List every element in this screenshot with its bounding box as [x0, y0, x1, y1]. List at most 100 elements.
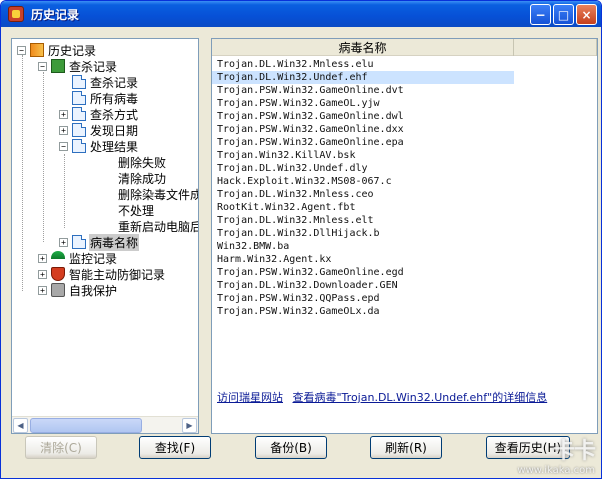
watermark: 卡卡 www.ikaka.com: [517, 433, 596, 476]
virus-list-row[interactable]: Trojan.DL.Win32.DllHijack.b: [212, 227, 514, 240]
expand-icon[interactable]: +: [59, 125, 68, 135]
collapse-icon[interactable]: −: [38, 61, 47, 71]
tree-label: 自我保护: [69, 283, 118, 298]
tree-label: 所有病毒: [90, 91, 139, 106]
expand-icon[interactable]: +: [38, 269, 47, 279]
page-icon: [72, 123, 86, 137]
tree-label: 智能主动防御记录: [69, 267, 166, 282]
virus-list-row[interactable]: Trojan.DL.Win32.Undef.dly: [212, 162, 514, 175]
tree-item-root[interactable]: − 历史记录: [17, 42, 97, 58]
content-area: − 历史记录 − 查杀记录 查杀记录 所有病毒 + 查杀方式 + 发现日期 − …: [5, 30, 598, 434]
collapse-icon[interactable]: −: [17, 45, 26, 55]
virus-list-row[interactable]: Trojan.PSW.Win32.GameOnline.dvt: [212, 84, 514, 97]
history-book-icon: [30, 43, 44, 57]
virus-list-row[interactable]: Trojan.PSW.Win32.GameOLx.da: [212, 305, 514, 318]
shield-icon: [51, 267, 65, 281]
tree-label: 重新启动电脑后: [118, 219, 199, 234]
collapse-icon[interactable]: −: [59, 141, 68, 151]
virus-list-row[interactable]: Trojan.DL.Win32.Mnless.ceo: [212, 188, 514, 201]
virus-list: Trojan.DL.Win32.Mnless.elu Trojan.DL.Win3…: [212, 58, 514, 318]
expand-icon[interactable]: +: [38, 253, 47, 263]
find-button[interactable]: 查找(F): [139, 436, 211, 459]
page-icon: [72, 235, 86, 249]
page-icon: [72, 75, 86, 89]
watermark-url: www.ikaka.com: [517, 465, 595, 476]
umbrella-icon: [51, 251, 65, 259]
watermark-logo: 卡卡: [552, 438, 596, 463]
refresh-button[interactable]: 刷新(R): [370, 436, 442, 459]
tree-item-delete-failed[interactable]: 删除失败: [117, 154, 167, 170]
tree-label: 监控记录: [69, 251, 118, 266]
minimize-button[interactable]: −: [530, 4, 551, 25]
app-icon: [8, 6, 24, 22]
clear-button[interactable]: 清除(C): [25, 436, 97, 459]
tree-item-reboot[interactable]: 重新启动电脑后: [117, 218, 199, 234]
virus-list-row[interactable]: Trojan.PSW.Win32.GameOL.yjw: [212, 97, 514, 110]
tree-item-found-date[interactable]: + 发现日期: [59, 122, 139, 138]
window-title: 历史记录: [31, 7, 80, 22]
tree-label: 查杀记录: [90, 75, 139, 90]
tree-label: 查杀方式: [90, 107, 139, 122]
virus-list-row[interactable]: RootKit.Win32.Agent.fbt: [212, 201, 514, 214]
tree-item-active-defense[interactable]: + 智能主动防御记录: [38, 266, 166, 282]
button-bar: 清除(C) 查找(F) 备份(B) 刷新(R) 查看历史(H) 卡卡 www.i…: [1, 406, 601, 478]
tree-item-scan-records[interactable]: − 查杀记录: [38, 58, 118, 74]
virus-detail-link[interactable]: 查看病毒"Trojan.DL.Win32.Undef.ehf"的详细信息: [293, 391, 548, 404]
column-header-empty[interactable]: [514, 39, 597, 56]
close-button[interactable]: ×: [576, 4, 597, 25]
tree-label: 清除成功: [118, 171, 167, 186]
tree-label: 删除失败: [118, 155, 167, 170]
tree-item-no-action[interactable]: 不处理: [117, 202, 155, 218]
virus-list-row[interactable]: Hack.Exploit.Win32.MS08-067.c: [212, 175, 514, 188]
tree-item-scan-method[interactable]: + 查杀方式: [59, 106, 139, 122]
virus-list-row[interactable]: Trojan.Win32.KillAV.bsk: [212, 149, 514, 162]
virus-list-row[interactable]: Trojan.DL.Win32.Mnless.elu: [212, 58, 514, 71]
history-window: 历史记录 − □ × − 历史记录 − 查杀记录 查杀记录 所有病毒 + 查杀方…: [0, 0, 602, 479]
lock-icon: [51, 283, 65, 297]
tree-item-all-viruses[interactable]: 所有病毒: [72, 90, 139, 106]
page-icon: [72, 139, 86, 153]
tree-connector: [22, 55, 23, 291]
virus-list-row[interactable]: Trojan.DL.Win32.Undef.ehf: [212, 71, 514, 84]
virus-list-panel: 病毒名称 Trojan.DL.Win32.Mnless.elu Trojan.DL…: [211, 38, 598, 434]
tree-label: 不处理: [118, 203, 155, 218]
tree-item-monitor[interactable]: + 监控记录: [38, 250, 118, 266]
tree-label: 处理结果: [90, 139, 139, 154]
page-icon: [72, 107, 86, 121]
tree-item-self-protect[interactable]: + 自我保护: [38, 282, 118, 298]
tree-label-selected: 病毒名称: [89, 233, 140, 251]
visit-rising-link[interactable]: 访问瑞星网站: [217, 391, 283, 404]
virus-list-row[interactable]: Trojan.PSW.Win32.GameOnline.dwl: [212, 110, 514, 123]
expand-icon[interactable]: +: [59, 237, 68, 247]
info-links: 访问瑞星网站 查看病毒"Trojan.DL.Win32.Undef.ehf"的详…: [217, 389, 592, 405]
tree-item-delete-infected[interactable]: 删除染毒文件成: [117, 186, 199, 202]
virus-list-row[interactable]: Trojan.PSW.Win32.GameOnline.dxx: [212, 123, 514, 136]
expand-icon[interactable]: +: [59, 109, 68, 119]
tree-label: 发现日期: [90, 123, 139, 138]
virus-list-row[interactable]: Trojan.DL.Win32.Downloader.GEN: [212, 279, 514, 292]
tree-connector: [64, 154, 65, 228]
history-tree: − 历史记录 − 查杀记录 查杀记录 所有病毒 + 查杀方式 + 发现日期 − …: [12, 39, 198, 415]
list-header: 病毒名称: [212, 39, 597, 56]
tree-connector: [43, 72, 44, 242]
scan-records-icon: [51, 59, 65, 73]
tree-label-scan-records: 查杀记录: [69, 59, 118, 74]
expand-icon[interactable]: +: [38, 285, 47, 295]
virus-list-row[interactable]: Trojan.PSW.Win32.GameOnline.epa: [212, 136, 514, 149]
backup-button[interactable]: 备份(B): [255, 436, 327, 459]
virus-list-row[interactable]: Trojan.DL.Win32.Mnless.elt: [212, 214, 514, 227]
virus-list-row[interactable]: Win32.BMW.ba: [212, 240, 514, 253]
tree-label: 删除染毒文件成: [118, 187, 199, 202]
title-bar[interactable]: 历史记录 − □ ×: [1, 1, 601, 27]
maximize-button[interactable]: □: [553, 4, 574, 25]
tree-panel: − 历史记录 − 查杀记录 查杀记录 所有病毒 + 查杀方式 + 发现日期 − …: [11, 38, 199, 434]
tree-item-clean-success[interactable]: 清除成功: [117, 170, 167, 186]
virus-list-row[interactable]: Trojan.PSW.Win32.GameOnline.egd: [212, 266, 514, 279]
column-header-virus-name[interactable]: 病毒名称: [212, 39, 514, 56]
tree-item-scan-log[interactable]: 查杀记录: [72, 74, 139, 90]
tree-label-root: 历史记录: [48, 43, 97, 58]
tree-item-virus-name[interactable]: + 病毒名称: [59, 233, 140, 251]
virus-list-row[interactable]: Trojan.PSW.Win32.QQPass.epd: [212, 292, 514, 305]
tree-item-result[interactable]: − 处理结果: [59, 138, 139, 154]
virus-list-row[interactable]: Harm.Win32.Agent.kx: [212, 253, 514, 266]
